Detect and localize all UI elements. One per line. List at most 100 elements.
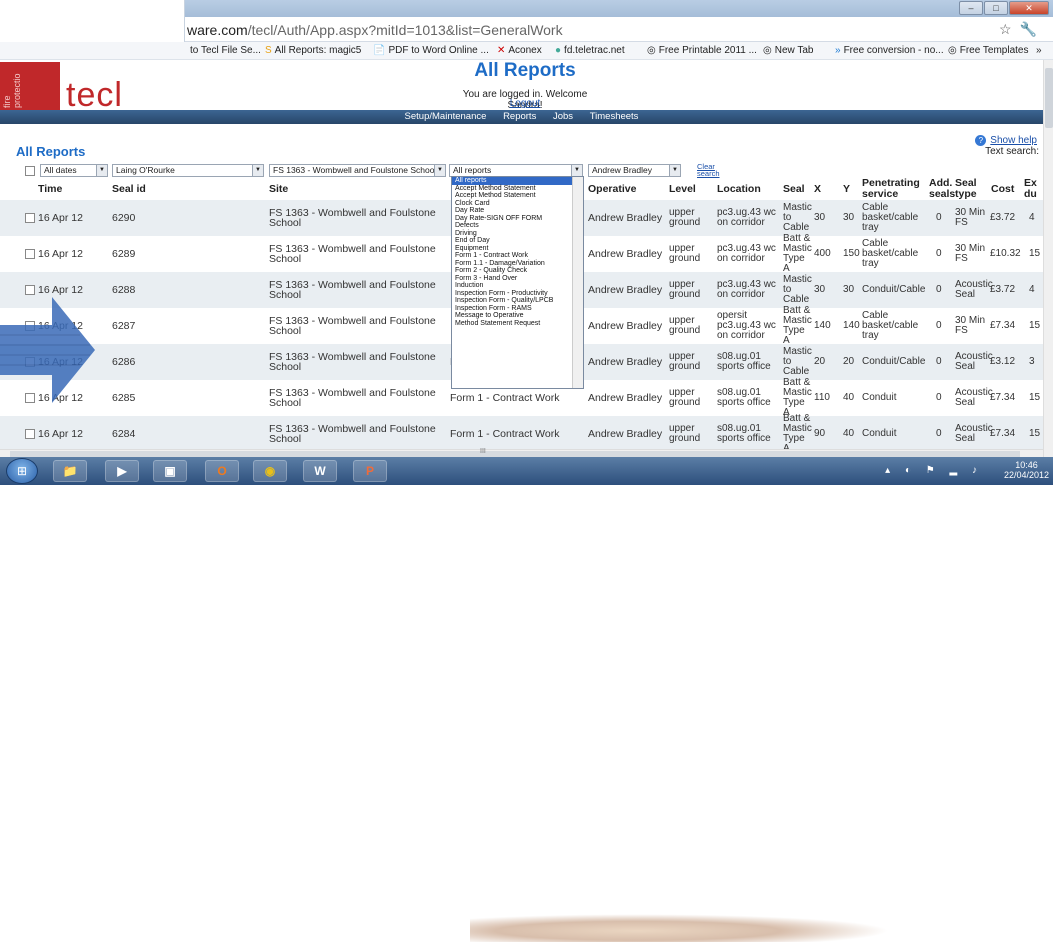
dropdown-option[interactable]: Inspection Form - Quality/LPCB [452,297,583,305]
dropdown-option[interactable]: Inspection Form - Productivity [452,290,583,298]
table-row[interactable]: 16 Apr 12 6284 FS 1363 - Wombwell and Foul… [0,414,1043,454]
bookmark-item[interactable]: ✕ Aconex [497,45,542,56]
bookmark-item[interactable]: S All Reports: magic5 [265,45,361,56]
row-checkbox[interactable] [25,213,35,223]
dropdown-option[interactable]: Form 2 - Quality Check [452,267,583,275]
vertical-scrollbar[interactable] [1043,60,1053,457]
dropdown-option[interactable]: End of Day [452,237,583,245]
col-header-ex-du[interactable]: Ex du [1024,178,1040,200]
horizontal-scrollbar[interactable]: III [0,448,1043,457]
bookmark-item[interactable]: 📄 PDF to Word Online ... [373,45,489,56]
dropdown-option[interactable]: Day Rate [452,207,583,215]
wrench-icon[interactable]: 🔧 [1020,21,1045,37]
dropdown-option[interactable]: Driving [452,230,583,238]
col-header-cost[interactable]: Cost [991,184,1014,195]
cell-ex: 15 [1029,320,1041,331]
bookmark-item[interactable]: ◎ New Tab [763,45,813,56]
dropdown-option[interactable]: Form 1 - Contract Work [452,252,583,260]
report-dropdown-list[interactable]: All reports Accept Method Statement Accept… [451,176,584,389]
outlook-icon[interactable]: O [205,460,239,482]
cell-operative: Andrew Bradley [588,392,663,404]
powerpoint-icon[interactable]: P [353,460,387,482]
browser-tab[interactable] [0,0,185,42]
dropdown-scrollbar[interactable] [572,177,583,388]
operative-filter-select[interactable]: Andrew Bradley ▼ [588,164,681,177]
col-header-x[interactable]: X [814,184,821,195]
dropdown-option[interactable]: Equipment [452,245,583,253]
tecl-logo[interactable]: fire protectio tecl [0,60,125,112]
logout-link[interactable]: Logout [450,98,600,109]
col-header-penetrating-service[interactable]: Penetrating service [862,178,926,200]
cell-seal-id: 6290 [112,212,136,224]
col-header-site[interactable]: Site [269,184,288,195]
show-help-link[interactable]: ? Show help [975,135,1037,146]
more-bookmarks-icon[interactable]: » [1036,45,1042,56]
cell-add: 0 [936,248,942,259]
arrows-icon: » [835,45,841,56]
cell-cost: £3.12 [990,356,1016,367]
col-header-add-seals[interactable]: Add. seals [929,178,955,200]
dropdown-option[interactable]: Defects [452,222,583,230]
dropdown-option[interactable]: Accept Method Statement [452,185,583,193]
col-header-seal-id[interactable]: Seal id [112,184,146,195]
bookmark-item[interactable]: ● fd.teletrac.net [555,45,625,56]
col-header-location[interactable]: Location [717,184,761,195]
row-checkbox[interactable] [25,285,35,295]
media-player-icon[interactable]: ▶ [105,460,139,482]
nav-timesheets[interactable]: Timesheets [590,111,639,122]
nav-jobs[interactable]: Jobs [553,111,573,122]
chrome-icon[interactable]: ◉ [253,460,287,482]
system-tray-icons[interactable]: ▴ ◐ ⚑ ▂ ♪ [885,465,983,476]
word-icon[interactable]: W [303,460,337,482]
vertical-scroll-thumb[interactable] [1045,68,1053,128]
address-bar[interactable]: ware.com/tecl/Auth/App.aspx?mitId=1013&l… [185,17,1053,42]
dropdown-option[interactable]: Form 3 - Hand Over [452,275,583,283]
system-clock[interactable]: 10:46 22/04/2012 [1004,460,1049,480]
row-checkbox[interactable] [25,429,35,439]
star-icon[interactable]: ☆ [999,21,1020,37]
bookmark-item[interactable]: » Free conversion - no... [835,45,944,56]
dates-filter-select[interactable]: All dates ▼ [40,164,108,177]
globe-icon: ◎ [647,45,656,56]
dropdown-option[interactable]: Message to Operative [452,312,583,320]
site-filter-select[interactable]: FS 1363 - Wombwell and Foulstone School ▼ [269,164,446,177]
dropdown-option[interactable]: Method Statement Request [452,320,583,328]
dropdown-options: All reports Accept Method Statement Accept… [452,177,583,327]
bookmark-item[interactable]: ◎ Free Templates [948,45,1028,56]
url-text[interactable]: ware.com/tecl/Auth/App.aspx?mitId=1013&l… [187,22,563,38]
cell-seal: Batt & Mastic Type A [783,377,812,418]
start-button[interactable]: ⊞ [6,458,38,484]
dropdown-option[interactable]: Induction [452,282,583,290]
cell-level: upper ground [669,423,701,444]
clear-search-link[interactable]: Clear search [697,163,721,178]
dropdown-option[interactable]: Inspection Form - RAMS [452,305,583,313]
col-header-seal-type[interactable]: Seal type [955,178,983,200]
cell-cost: £3.72 [990,284,1016,295]
dropdown-option[interactable]: All reports [452,177,583,185]
col-header-seal[interactable]: Seal [783,184,805,195]
explorer-icon[interactable]: 📁 [53,460,87,482]
dropdown-option[interactable]: Accept Method Statement [452,192,583,200]
dates-filter-value: All dates [44,165,77,175]
cell-time: 16 Apr 12 [38,428,83,440]
maximize-icon[interactable]: □ [984,1,1008,15]
nav-setup-maintenance[interactable]: Setup/Maintenance [405,111,487,122]
col-header-operative[interactable]: Operative [588,184,636,195]
dropdown-option[interactable]: Day Rate-SIGN OFF FORM [452,215,583,223]
select-all-checkbox[interactable] [25,166,35,176]
dropdown-option[interactable]: Clock Card [452,200,583,208]
nav-reports[interactable]: Reports [503,111,536,122]
dropdown-option[interactable]: Form 1.1 - Damage/Variation [452,260,583,268]
photo-viewer-icon[interactable]: ▣ [153,460,187,482]
close-icon[interactable]: ✕ [1009,1,1049,15]
col-header-level[interactable]: Level [669,184,696,195]
row-checkbox[interactable] [25,249,35,259]
col-header-y[interactable]: Y [843,184,850,195]
cell-y: 30 [843,284,855,295]
col-header-time[interactable]: Time [38,184,62,195]
arrow-annotation-icon [0,297,95,403]
bookmark-item[interactable]: to Tecl File Se... [190,45,261,56]
company-filter-select[interactable]: Laing O'Rourke ▼ [112,164,264,177]
bookmark-item[interactable]: ◎ Free Printable 2011 ... [647,45,757,56]
minimize-icon[interactable]: – [959,1,983,15]
